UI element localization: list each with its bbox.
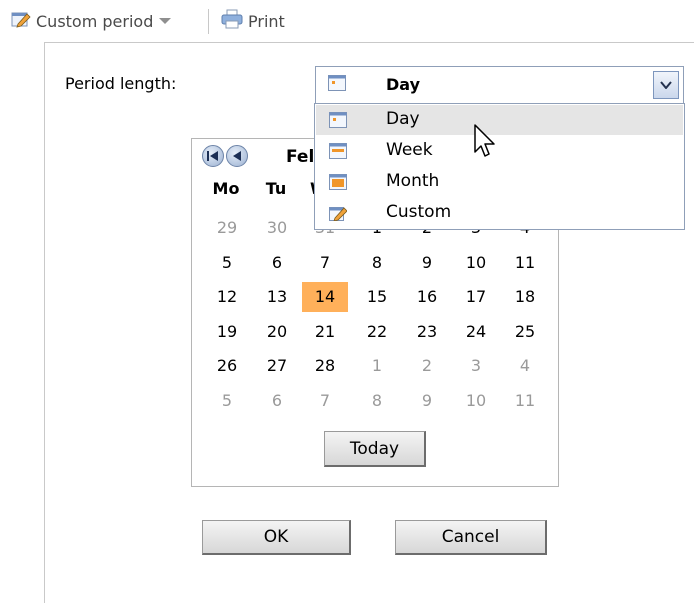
calendar-day[interactable]: 5 bbox=[204, 248, 250, 278]
period-length-select[interactable]: Day bbox=[315, 66, 684, 104]
today-button[interactable]: Today bbox=[324, 431, 426, 467]
printer-icon bbox=[221, 9, 243, 33]
double-chevron-left-icon bbox=[207, 151, 218, 161]
calendar-custom-icon bbox=[329, 205, 348, 225]
calendar-day[interactable]: 8 bbox=[354, 248, 400, 278]
calendar-day[interactable]: 29 bbox=[204, 213, 250, 243]
calendar-day[interactable]: 20 bbox=[254, 317, 300, 347]
calendar-day[interactable]: 15 bbox=[354, 282, 400, 312]
calendar-day-selected[interactable]: 14 bbox=[302, 282, 348, 312]
dropdown-option-label: Month bbox=[386, 171, 440, 191]
print-label: Print bbox=[248, 11, 285, 31]
weekday-header: Mo bbox=[212, 179, 240, 198]
pencil-calendar-icon bbox=[11, 10, 31, 32]
calendar-day[interactable]: 6 bbox=[254, 386, 300, 416]
cancel-button[interactable]: Cancel bbox=[395, 520, 547, 555]
dropdown-option-label: Week bbox=[386, 140, 433, 160]
calendar-day[interactable]: 28 bbox=[302, 351, 348, 381]
calendar-day[interactable]: 9 bbox=[404, 248, 450, 278]
ok-button[interactable]: OK bbox=[202, 520, 351, 555]
calendar-day[interactable]: 17 bbox=[453, 282, 499, 312]
chevron-down-icon bbox=[159, 18, 172, 24]
custom-period-menu[interactable]: Custom period bbox=[11, 9, 172, 33]
calendar-day[interactable]: 13 bbox=[254, 282, 300, 312]
calendar-day[interactable]: 11 bbox=[502, 386, 548, 416]
calendar-day[interactable]: 7 bbox=[302, 386, 348, 416]
calendar-day[interactable]: 11 bbox=[502, 248, 548, 278]
period-length-dropdown: Day Week Month Custom bbox=[314, 103, 685, 230]
prev-month-button[interactable] bbox=[226, 145, 248, 167]
calendar-day[interactable]: 16 bbox=[404, 282, 450, 312]
calendar-day[interactable]: 4 bbox=[502, 351, 548, 381]
calendar-day[interactable]: 26 bbox=[204, 351, 250, 381]
calendar-day-icon bbox=[329, 112, 347, 132]
calendar-day[interactable]: 7 bbox=[302, 248, 348, 278]
calendar-month-icon bbox=[329, 174, 347, 194]
calendar-day[interactable]: 5 bbox=[204, 386, 250, 416]
calendar-day[interactable]: 21 bbox=[302, 317, 348, 347]
toolbar-divider bbox=[208, 9, 209, 34]
calendar-day[interactable]: 10 bbox=[453, 386, 499, 416]
calendar-day[interactable]: 25 bbox=[502, 317, 548, 347]
mouse-pointer-icon bbox=[474, 124, 495, 157]
dropdown-option-month[interactable]: Month bbox=[316, 167, 683, 197]
calendar-month-title: Fel bbox=[286, 147, 315, 167]
print-button[interactable]: Print bbox=[221, 9, 285, 33]
calendar-nav bbox=[202, 145, 248, 167]
calendar-day[interactable]: 22 bbox=[354, 317, 400, 347]
calendar-day[interactable]: 8 bbox=[354, 386, 400, 416]
chevron-down-icon bbox=[660, 81, 672, 89]
calendar-day-icon bbox=[328, 75, 346, 95]
select-value: Day bbox=[386, 75, 421, 94]
calendar-day[interactable]: 1 bbox=[354, 351, 400, 381]
calendar-day[interactable]: 23 bbox=[404, 317, 450, 347]
calendar-day[interactable]: 2 bbox=[404, 351, 450, 381]
calendar-day[interactable]: 10 bbox=[453, 248, 499, 278]
dropdown-option-label: Custom bbox=[386, 202, 452, 222]
calendar-day[interactable]: 24 bbox=[453, 317, 499, 347]
calendar-day[interactable]: 6 bbox=[254, 248, 300, 278]
chevron-left-icon bbox=[233, 151, 241, 161]
toolbar: Custom period Print bbox=[0, 0, 694, 42]
dropdown-option-custom[interactable]: Custom bbox=[316, 198, 683, 228]
calendar-day[interactable]: 12 bbox=[204, 282, 250, 312]
calendar-day[interactable]: 30 bbox=[254, 213, 300, 243]
custom-period-label: Custom period bbox=[36, 11, 154, 31]
calendar-day[interactable]: 18 bbox=[502, 282, 548, 312]
dropdown-option-week[interactable]: Week bbox=[316, 136, 683, 166]
calendar-day[interactable]: 27 bbox=[254, 351, 300, 381]
dropdown-option-label: Day bbox=[386, 109, 420, 129]
calendar-week-icon bbox=[329, 143, 347, 163]
calendar-day[interactable]: 3 bbox=[453, 351, 499, 381]
first-month-button[interactable] bbox=[202, 145, 224, 167]
period-length-label: Period length: bbox=[65, 74, 177, 93]
weekday-header: Tu bbox=[265, 179, 287, 198]
dropdown-option-day[interactable]: Day bbox=[316, 105, 683, 135]
calendar-day[interactable]: 19 bbox=[204, 317, 250, 347]
select-dropdown-button[interactable] bbox=[653, 71, 679, 99]
calendar-day[interactable]: 9 bbox=[404, 386, 450, 416]
